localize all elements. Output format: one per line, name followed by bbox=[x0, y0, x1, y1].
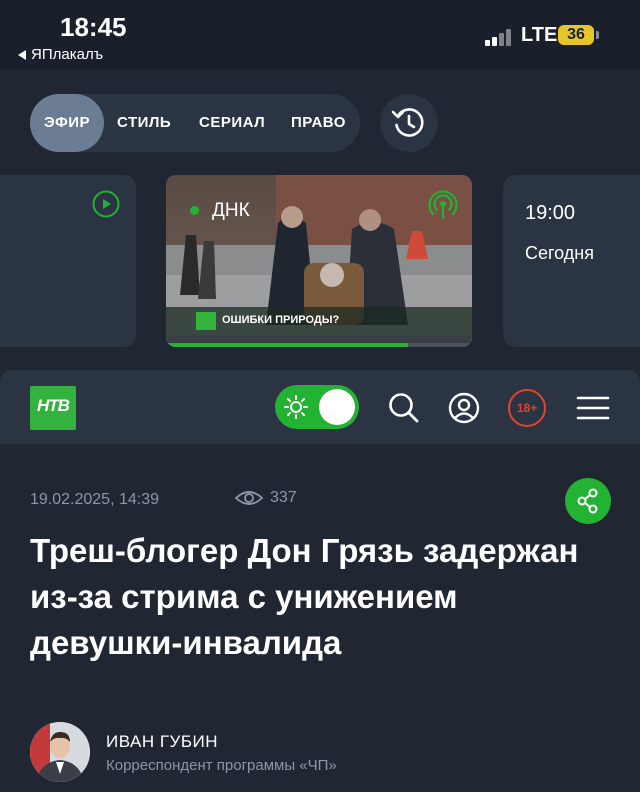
views-count: 337 bbox=[270, 489, 297, 507]
article-date: 19.02.2025, 14:39 bbox=[30, 491, 160, 508]
tab-stil[interactable]: СТИЛЬ bbox=[117, 94, 171, 152]
sun-icon bbox=[284, 395, 308, 419]
tab-pravo[interactable]: ПРАВО bbox=[291, 94, 346, 152]
profile-icon[interactable] bbox=[446, 390, 482, 426]
channel-tabs: ЭФИР СТИЛЬ СЕРИАЛ ПРАВО bbox=[30, 94, 360, 152]
next-program-card[interactable]: 19:00 Сегодня bbox=[503, 175, 640, 347]
age-rating-badge: 18+ bbox=[508, 389, 546, 427]
back-to-app-link[interactable]: ЯПлакалъ bbox=[18, 46, 103, 63]
play-icon[interactable] bbox=[92, 190, 120, 218]
live-broadcast-card[interactable]: ДНК ОШИБКИ ПРИРОДЫ? bbox=[166, 175, 472, 347]
status-bar: 18:45 ЯПлакалъ LTE 36 bbox=[0, 0, 640, 70]
toggle-knob bbox=[319, 389, 355, 425]
next-program-time: 19:00 bbox=[525, 202, 576, 224]
search-icon[interactable] bbox=[386, 390, 422, 426]
battery-indicator: 36 bbox=[558, 25, 599, 45]
logo-text: НТВ bbox=[37, 396, 70, 415]
history-button[interactable] bbox=[380, 94, 438, 152]
tab-serial[interactable]: СЕРИАЛ bbox=[199, 94, 265, 152]
share-icon bbox=[577, 488, 598, 514]
eye-icon bbox=[234, 491, 264, 505]
live-progress-fill bbox=[166, 343, 408, 347]
live-broadcast-icon bbox=[428, 190, 458, 220]
live-progress-track bbox=[166, 343, 472, 347]
article-title: Треш-блогер Дон Грязь задержан из-за стр… bbox=[30, 532, 579, 661]
signal-strength-icon bbox=[485, 28, 517, 46]
article-views: 337 bbox=[234, 489, 297, 511]
author-name[interactable]: ИВАН ГУБИН bbox=[106, 732, 218, 752]
ntv-logo[interactable]: НТВ bbox=[30, 386, 76, 430]
menu-icon[interactable] bbox=[575, 390, 611, 426]
author-avatar[interactable] bbox=[30, 722, 90, 782]
site-header: НТВ 18+ bbox=[0, 370, 640, 444]
network-type: LTE bbox=[521, 24, 558, 46]
back-app-label: ЯПлакалъ bbox=[31, 46, 104, 63]
author-photo bbox=[30, 722, 90, 782]
status-time: 18:45 bbox=[60, 12, 127, 42]
history-icon bbox=[391, 108, 424, 137]
share-button[interactable] bbox=[565, 478, 611, 524]
next-program-day: Сегодня bbox=[525, 243, 594, 263]
video-banner-caption: ОШИБКИ ПРИРОДЫ? bbox=[222, 314, 340, 326]
previous-program-card[interactable] bbox=[0, 175, 136, 347]
author-role: Корреспондент программы «ЧП» bbox=[106, 757, 337, 774]
tab-efir[interactable]: ЭФИР bbox=[30, 94, 104, 152]
live-indicator bbox=[190, 206, 199, 215]
back-arrow-icon bbox=[18, 50, 26, 61]
theme-toggle[interactable] bbox=[275, 385, 359, 429]
live-program-title: ДНК bbox=[212, 200, 250, 221]
